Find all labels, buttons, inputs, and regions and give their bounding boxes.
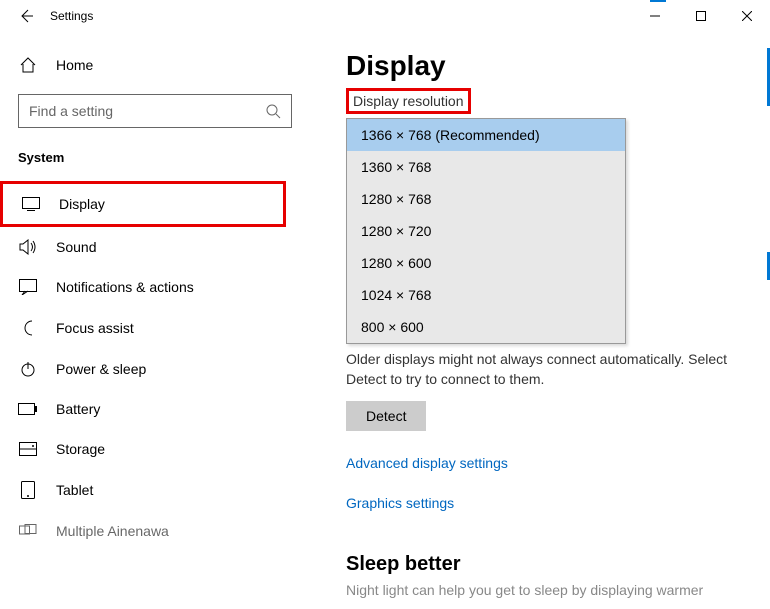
notifications-icon — [18, 279, 38, 295]
search-box[interactable] — [18, 94, 292, 128]
page-title: Display — [346, 50, 758, 82]
sleep-description: Night light can help you get to sleep by… — [346, 582, 746, 598]
sidebar-item-label: Focus assist — [56, 320, 134, 336]
maximize-button[interactable] — [678, 0, 724, 32]
resolution-option[interactable]: 1280 × 768 — [347, 183, 625, 215]
window-title: Settings — [50, 9, 93, 23]
resolution-option[interactable]: 1024 × 768 — [347, 279, 625, 311]
detect-button[interactable]: Detect — [346, 401, 426, 431]
sleep-heading: Sleep better — [346, 553, 758, 576]
power-icon — [18, 361, 38, 377]
resolution-option[interactable]: 1280 × 720 — [347, 215, 625, 247]
battery-icon — [18, 403, 38, 415]
resolution-option[interactable]: 1280 × 600 — [347, 247, 625, 279]
sidebar-item-power[interactable]: Power & sleep — [0, 349, 286, 389]
resolution-dropdown[interactable]: 1366 × 768 (Recommended) 1360 × 768 1280… — [346, 118, 626, 344]
advanced-display-link[interactable]: Advanced display settings — [346, 455, 758, 471]
sidebar-item-display[interactable]: Display — [0, 181, 286, 227]
display-icon — [21, 197, 41, 211]
sidebar-item-focus[interactable]: Focus assist — [0, 307, 286, 349]
back-button[interactable] — [10, 0, 42, 32]
sidebar-item-label: Storage — [56, 441, 105, 457]
resolution-option[interactable]: 1366 × 768 (Recommended) — [347, 119, 625, 151]
resolution-option[interactable]: 800 × 600 — [347, 311, 625, 343]
home-icon — [18, 56, 38, 74]
graphics-settings-link[interactable]: Graphics settings — [346, 495, 758, 511]
sidebar: Home System Display Sound — [0, 32, 310, 609]
titlebar: Settings — [0, 0, 770, 32]
storage-icon — [18, 442, 38, 456]
category-label: System — [0, 138, 310, 173]
accent-bar — [650, 0, 666, 2]
sidebar-item-storage[interactable]: Storage — [0, 429, 286, 469]
nav-list: Display Sound Notifications & actions Fo… — [0, 181, 310, 551]
sidebar-item-battery[interactable]: Battery — [0, 389, 286, 429]
home-nav[interactable]: Home — [0, 46, 310, 84]
sidebar-item-label: Battery — [56, 401, 100, 417]
minimize-button[interactable] — [632, 0, 678, 32]
sidebar-item-label: Tablet — [56, 482, 93, 498]
resolution-label: Display resolution — [349, 91, 468, 111]
resolution-option[interactable]: 1360 × 768 — [347, 151, 625, 183]
sidebar-item-sound[interactable]: Sound — [0, 227, 286, 267]
multiple-icon — [18, 524, 38, 538]
sidebar-item-label: Power & sleep — [56, 361, 146, 377]
search-icon — [265, 103, 281, 119]
content-area: Display Display resolution 1366 × 768 (R… — [310, 32, 770, 609]
home-label: Home — [56, 57, 93, 73]
detect-description: Older displays might not always connect … — [346, 350, 746, 389]
sidebar-item-notifications[interactable]: Notifications & actions — [0, 267, 286, 307]
window-controls — [632, 0, 770, 32]
sound-icon — [18, 239, 38, 255]
close-button[interactable] — [724, 0, 770, 32]
sidebar-item-label: Display — [59, 196, 105, 212]
resolution-label-highlight: Display resolution — [346, 88, 471, 114]
sidebar-item-multiple[interactable]: Multiple Ainenawa — [0, 511, 286, 551]
search-input[interactable] — [29, 103, 265, 119]
sidebar-item-label: Sound — [56, 239, 96, 255]
sidebar-item-label: Multiple Ainenawa — [56, 523, 169, 539]
sidebar-item-tablet[interactable]: Tablet — [0, 469, 286, 511]
tablet-icon — [18, 481, 38, 499]
sidebar-item-label: Notifications & actions — [56, 279, 194, 295]
focus-icon — [18, 319, 38, 337]
